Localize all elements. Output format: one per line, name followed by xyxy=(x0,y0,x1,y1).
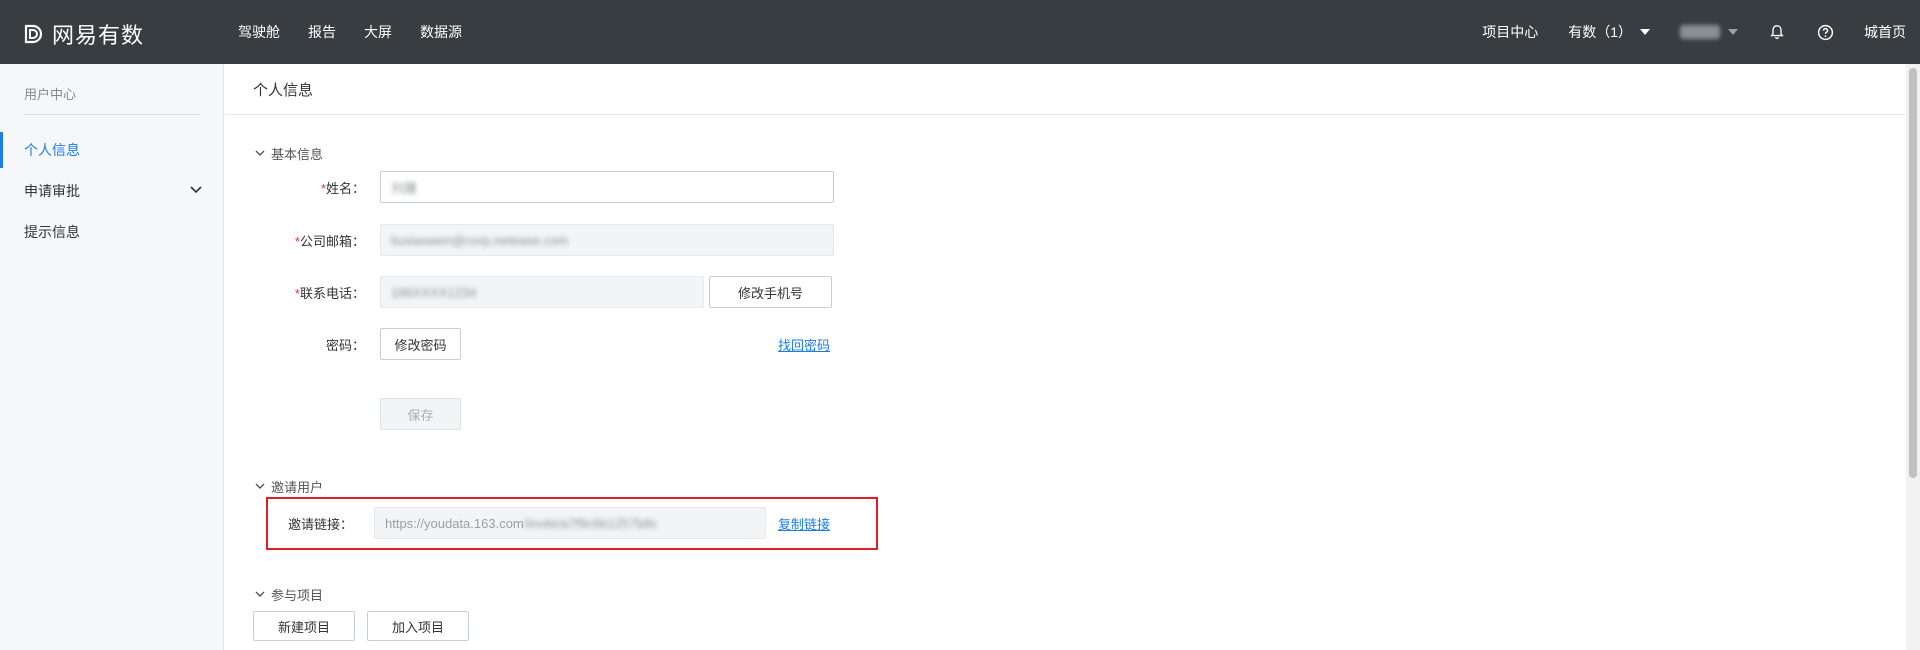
top-navigation-bar: 网易有数 驾驶舱 报告 大屏 数据源 项目中心 有数（1） 城首页 xyxy=(0,0,1920,64)
sidebar: 用户中心 个人信息 申请审批 提示信息 xyxy=(0,64,224,650)
section-title: 邀请用户 xyxy=(271,480,324,495)
top-right-actions: 项目中心 有数（1） 城首页 xyxy=(1452,0,1906,64)
project-center-link[interactable]: 项目中心 xyxy=(1482,22,1538,42)
label-text: 姓名： xyxy=(325,181,365,196)
caret-down-icon xyxy=(1640,29,1650,35)
youdata-logo-icon xyxy=(24,24,43,44)
password-label: 密码： xyxy=(325,338,365,353)
invite-link-field[interactable]: https://youdata.163.com/invite/a7f9c6b12… xyxy=(374,507,766,539)
chevron-down-icon xyxy=(255,150,265,156)
sidebar-item-label: 提示信息 xyxy=(24,224,80,240)
section-title: 基本信息 xyxy=(271,147,324,162)
chevron-down-icon xyxy=(255,483,265,489)
retrieve-password-link[interactable]: 找回密码 xyxy=(778,335,830,354)
label-text: 公司邮箱： xyxy=(299,234,365,249)
logo[interactable]: 网易有数 xyxy=(22,18,144,50)
chevron-down-icon xyxy=(255,591,265,597)
sidebar-item-approval[interactable]: 申请审批 xyxy=(0,173,224,209)
org-switcher-label: 有数（1） xyxy=(1568,24,1632,40)
change-phone-button[interactable]: 修改手机号 xyxy=(709,276,832,308)
section-invite-header[interactable]: 邀请用户 xyxy=(255,477,323,496)
email-field: liuxiaowen@corp.netease.com xyxy=(380,224,834,256)
help-button[interactable] xyxy=(1816,23,1834,41)
question-circle-icon xyxy=(1817,24,1833,40)
sidebar-item-label: 个人信息 xyxy=(24,142,80,158)
user-menu[interactable] xyxy=(1680,25,1738,39)
invite-link-blurred: /invite/a7f9c6b1257b8c xyxy=(523,515,658,531)
logo-text: 网易有数 xyxy=(52,23,145,48)
phone-label: *联系电话： xyxy=(225,283,365,302)
name-input[interactable]: 刘晟 xyxy=(380,171,834,203)
caret-down-icon xyxy=(1728,29,1738,35)
section-title: 参与项目 xyxy=(271,588,324,603)
invite-link-label: 邀请链接： xyxy=(287,517,353,532)
nav-datasource[interactable]: 数据源 xyxy=(420,22,462,42)
main-content: 个人信息 基本信息 *姓名： 刘晟 *公司邮箱： liuxiaowen@corp… xyxy=(225,64,1906,650)
label-text: 联系电话： xyxy=(299,286,365,301)
name-value: 刘晟 xyxy=(391,180,418,196)
notification-button[interactable] xyxy=(1768,23,1786,41)
invite-link-visible: https://youdata.163.com xyxy=(385,515,524,531)
title-divider xyxy=(225,114,1906,115)
sidebar-title: 用户中心 xyxy=(24,87,77,102)
name-label: *姓名： xyxy=(225,178,365,197)
user-name-blurred xyxy=(1680,25,1720,39)
sidebar-divider xyxy=(24,114,200,115)
section-projects-header[interactable]: 参与项目 xyxy=(255,585,323,604)
email-label: *公司邮箱： xyxy=(225,231,365,250)
join-project-button[interactable]: 加入项目 xyxy=(367,611,469,641)
page-title: 个人信息 xyxy=(253,82,314,99)
scrollbar-thumb[interactable] xyxy=(1909,68,1917,478)
org-switcher[interactable]: 有数（1） xyxy=(1568,22,1650,42)
sidebar-item-label: 申请审批 xyxy=(24,183,80,199)
chevron-down-icon xyxy=(190,186,202,194)
main-nav: 驾驶舱 报告 大屏 数据源 xyxy=(238,0,462,64)
home-link[interactable]: 城首页 xyxy=(1864,22,1906,42)
sidebar-item-notices[interactable]: 提示信息 xyxy=(0,214,224,250)
phone-value: 186XXXX1234 xyxy=(391,284,477,300)
email-value: liuxiaowen@corp.netease.com xyxy=(391,232,569,248)
phone-field: 186XXXX1234 xyxy=(380,276,704,308)
new-project-button[interactable]: 新建项目 xyxy=(253,611,355,641)
sidebar-item-profile[interactable]: 个人信息 xyxy=(0,132,224,168)
change-password-button[interactable]: 修改密码 xyxy=(380,328,461,360)
bell-icon xyxy=(1770,25,1784,40)
nav-cockpit[interactable]: 驾驶舱 xyxy=(238,22,280,42)
nav-bigscreen[interactable]: 大屏 xyxy=(364,22,392,42)
vertical-scrollbar[interactable] xyxy=(1906,64,1920,650)
save-button[interactable]: 保存 xyxy=(380,398,461,430)
nav-report[interactable]: 报告 xyxy=(308,22,336,42)
copy-link-button[interactable]: 复制链接 xyxy=(778,514,830,533)
section-basic-info-header[interactable]: 基本信息 xyxy=(255,144,323,163)
